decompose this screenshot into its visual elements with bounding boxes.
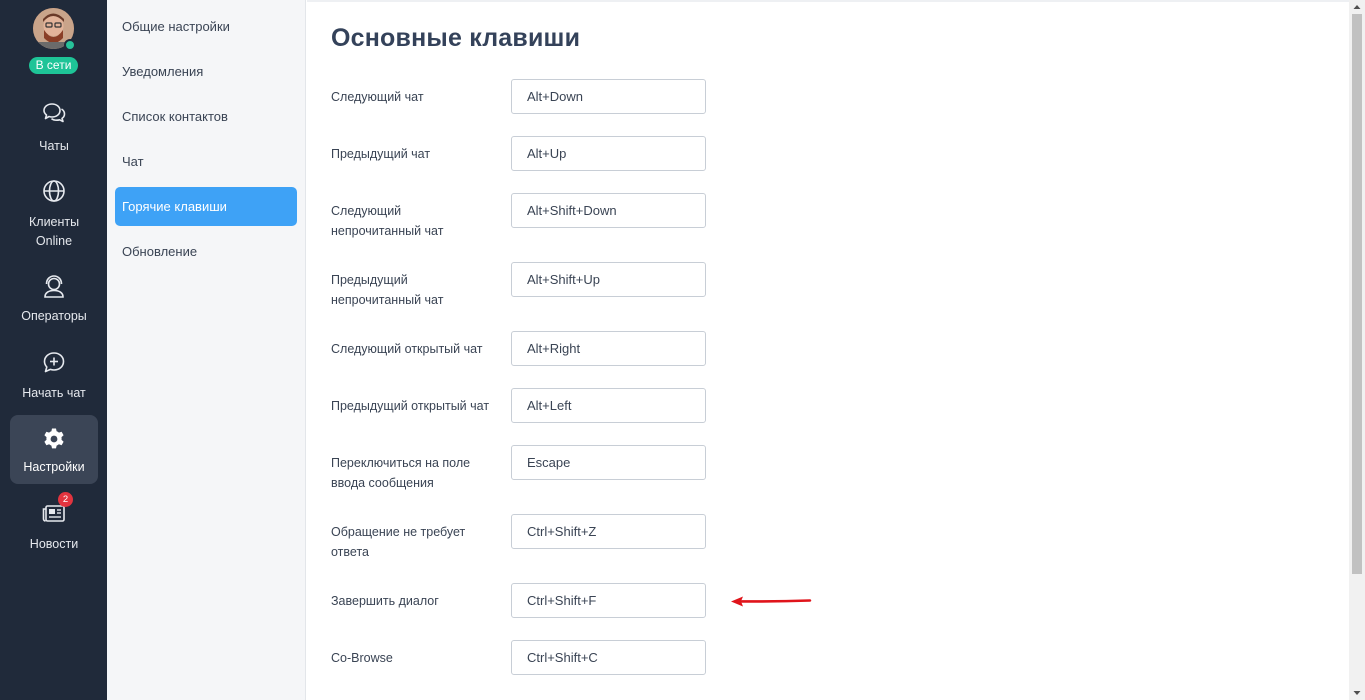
hotkey-label: Следующий чат: [331, 90, 424, 104]
online-indicator: [64, 39, 76, 51]
main-navigation: В сети Чаты Клиенты Online Операторы Нач…: [0, 0, 107, 700]
nav-label: Начать чат: [22, 386, 86, 400]
hotkey-label: Переключиться на поле ввода сообщения: [331, 456, 471, 490]
hotkey-label: Завершить диалог: [331, 594, 439, 608]
hotkeys-panel: Основные клавиши Следующий чат Предыдущи…: [307, 0, 1349, 700]
page-title: Основные клавиши: [331, 24, 581, 52]
hotkey-input-prev-open[interactable]: [511, 388, 706, 423]
hotkey-label: Предыдущий чат: [331, 147, 431, 161]
nav-label: Настройки: [23, 460, 85, 474]
status-badge[interactable]: В сети: [29, 57, 78, 74]
hotkey-input-next-unread[interactable]: [511, 193, 706, 228]
nav-label: Новости: [29, 537, 79, 551]
nav-item-start-chat[interactable]: Начать чат: [10, 349, 98, 405]
hotkey-label: Следующий открытый чат: [331, 342, 483, 356]
hotkey-input-next-chat[interactable]: [511, 79, 706, 114]
hotkey-input-focus-message[interactable]: [511, 445, 706, 480]
operator-headset-icon: [44, 275, 64, 298]
chat-bubbles-icon: [43, 103, 66, 123]
nav-item-clients-online[interactable]: Клиенты Online: [10, 178, 98, 250]
nav-item-chats[interactable]: Чаты: [10, 100, 98, 158]
nav-item-news[interactable]: 2 Новости: [10, 492, 98, 556]
hotkey-label: Обращение не требует ответа: [331, 525, 466, 559]
menu-item-chat[interactable]: Чат: [115, 142, 297, 181]
annotation-arrow: [731, 596, 812, 607]
scrollbar[interactable]: [1349, 0, 1365, 700]
hotkey-label: Следующий непрочитанный чат: [331, 204, 444, 238]
globe-icon: [43, 180, 65, 202]
news-count-badge: 2: [58, 492, 73, 507]
menu-item-contact-list[interactable]: Список контактов: [115, 97, 297, 136]
top-divider: [307, 0, 1349, 2]
scrollbar-thumb[interactable]: [1352, 14, 1362, 574]
menu-item-hotkeys[interactable]: Горячие клавиши: [115, 187, 297, 226]
hotkey-input-cobrowse[interactable]: [511, 640, 706, 675]
hotkey-label: Co-Browse: [331, 651, 393, 665]
hotkey-input-prev-chat[interactable]: [511, 136, 706, 171]
hotkey-input-end-dialog[interactable]: [511, 583, 706, 618]
scroll-down-arrow-icon[interactable]: [1349, 686, 1365, 700]
hotkey-input-no-reply[interactable]: [511, 514, 706, 549]
scroll-up-arrow-icon[interactable]: [1349, 0, 1365, 14]
hotkey-input-prev-unread[interactable]: [511, 262, 706, 297]
nav-item-settings[interactable]: Настройки: [10, 415, 98, 484]
nav-label: Чаты: [39, 139, 69, 153]
menu-item-notifications[interactable]: Уведомления: [115, 52, 297, 91]
nav-label: Операторы: [21, 309, 87, 323]
menu-item-update[interactable]: Обновление: [115, 232, 297, 271]
gear-icon: [44, 428, 64, 449]
nav-label: Клиенты Online: [29, 215, 80, 248]
hotkey-input-next-open[interactable]: [511, 331, 706, 366]
nav-item-operators[interactable]: Операторы: [10, 273, 98, 329]
hotkey-label: Предыдущий открытый чат: [331, 399, 490, 413]
settings-menu: Общие настройки Уведомления Список конта…: [107, 0, 306, 700]
chat-plus-icon: [43, 352, 65, 373]
hotkey-label: Предыдущий непрочитанный чат: [331, 273, 444, 307]
menu-item-general[interactable]: Общие настройки: [115, 7, 297, 46]
